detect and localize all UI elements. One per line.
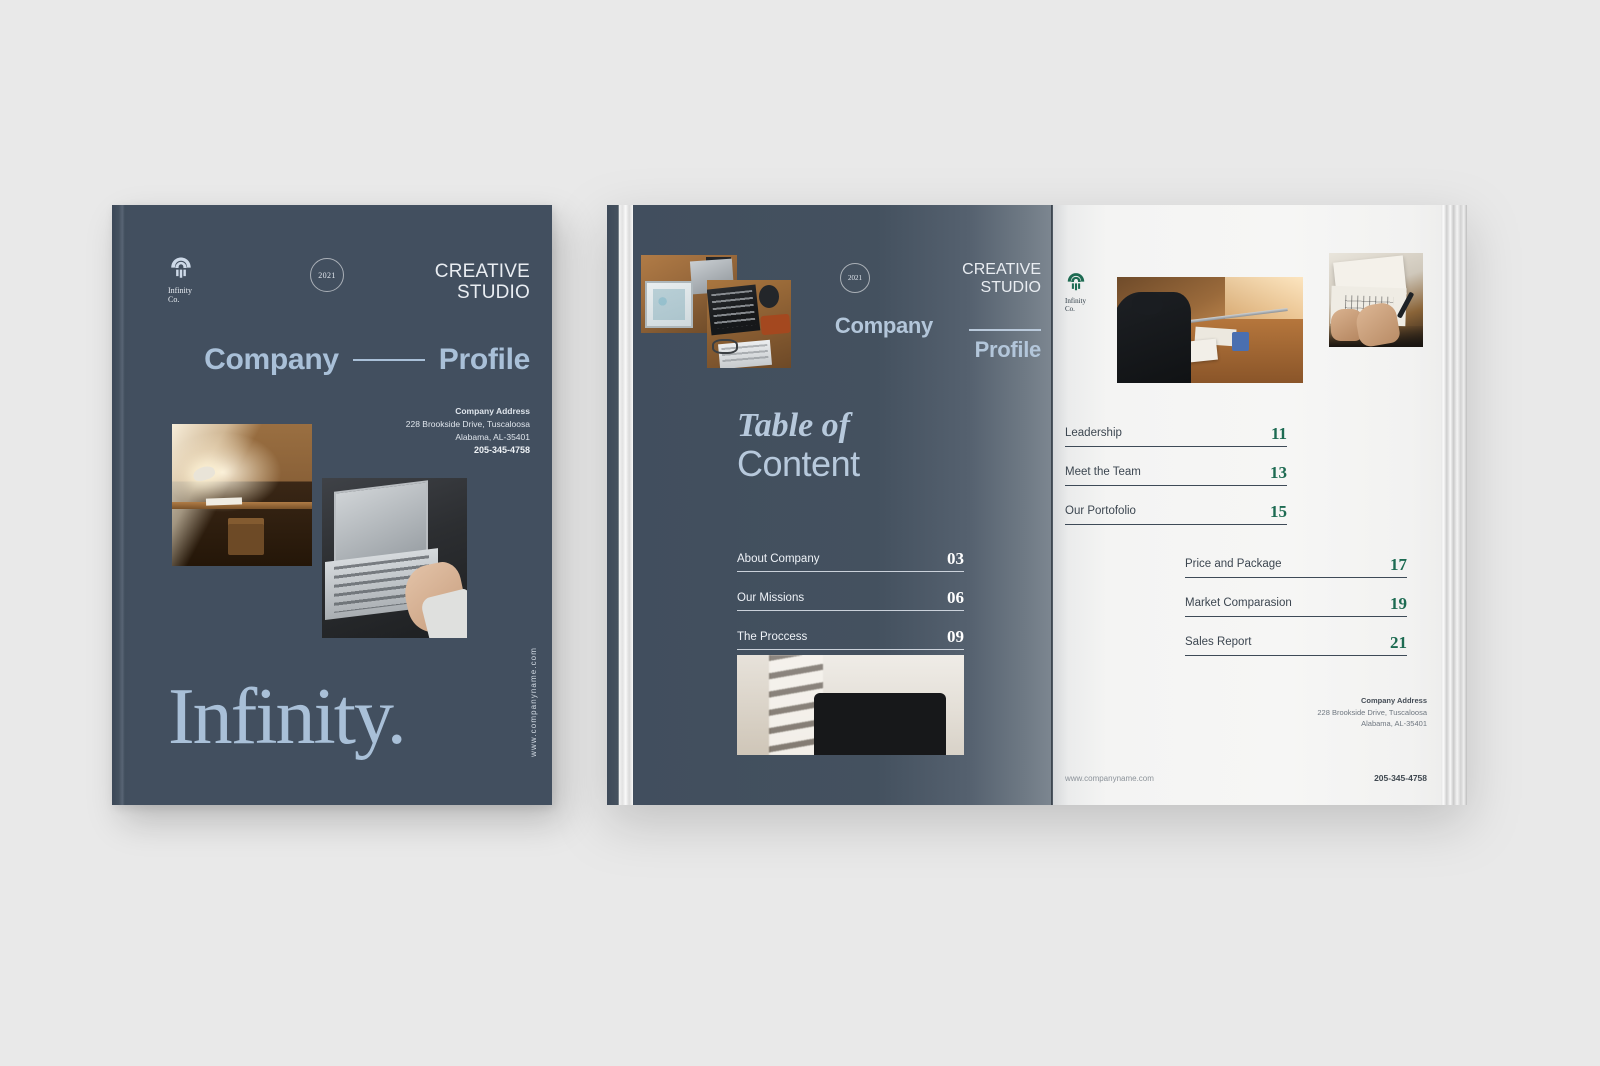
toc-item[interactable]: Market Comparasion 19 (1185, 578, 1407, 617)
toc-item-label: Price and Package (1185, 558, 1282, 570)
toc-item-label: Meet the Team (1065, 466, 1141, 478)
toc-item-page: 13 (1270, 463, 1287, 482)
toc-list-right-column-1: Leadership 11 Meet the Team 13 Our Porto… (1065, 408, 1287, 525)
left-page-title-word1: Company (834, 313, 933, 338)
spread-left-page: 2021 CREATIVE STUDIO Company Profile Tab… (633, 205, 1053, 805)
toc-heading-plain: Content (737, 443, 860, 484)
table-of-content-heading: Table of Content (737, 409, 860, 483)
toc-item[interactable]: Our Missions 06 (737, 572, 964, 611)
infinity-fan-logo-icon (1067, 273, 1085, 291)
toc-item-page: 09 (947, 627, 964, 646)
cover-book: Infinity Co. 2021 CREATIVE STUDIO Compan… (112, 205, 552, 805)
cover-spine (112, 205, 132, 805)
photo-hand-sketching-on-paper (1329, 253, 1423, 347)
creative-studio-tagline: CREATIVE STUDIO (435, 261, 530, 304)
toc-item-page: 19 (1390, 594, 1407, 613)
title-divider-rule (969, 329, 1041, 331)
toc-item[interactable]: Leadership 11 (1065, 408, 1287, 447)
toc-item-page: 17 (1390, 555, 1407, 574)
toc-item-label: Sales Report (1185, 636, 1252, 648)
toc-item[interactable]: Sales Report 21 (1185, 617, 1407, 656)
cover-address-line1: 228 Brookside Drive, Tuscaloosa (405, 418, 530, 429)
mockup-stage: Infinity Co. 2021 CREATIVE STUDIO Compan… (0, 0, 1600, 1066)
toc-heading-italic: Table of (737, 407, 851, 444)
toc-list-left: About Company 03 Our Missions 06 The Pro… (737, 533, 964, 650)
photo-laptop-and-hands (322, 478, 467, 638)
cover-title: Company Profile (132, 343, 530, 377)
address-line1: 228 Brookside Drive, Tuscaloosa (1317, 707, 1427, 717)
toc-item-label: Market Comparasion (1185, 597, 1292, 609)
cover-title-word1: Company (204, 343, 339, 376)
toc-item[interactable]: Price and Package 17 (1185, 539, 1407, 578)
tagline-line1: CREATIVE (962, 261, 1041, 278)
year-badge-label: 2021 (318, 270, 336, 280)
tagline-line2: STUDIO (457, 282, 530, 304)
toc-item-page: 06 (947, 588, 964, 607)
toc-item[interactable]: Meet the Team 13 (1065, 447, 1287, 486)
cover-address-line2: Alabama, AL-35401 (455, 431, 530, 442)
toc-item[interactable]: About Company 03 (737, 533, 964, 572)
toc-item-page: 11 (1270, 424, 1287, 443)
toc-item[interactable]: Our Portofolio 15 (1065, 486, 1287, 525)
photo-interior-with-curtain (737, 655, 964, 755)
toc-item-page: 21 (1390, 633, 1407, 652)
infinity-wordmark: Infinity. (168, 673, 407, 761)
toc-item-page: 03 (947, 549, 964, 568)
photo-wooden-desk-with-lamp (172, 424, 312, 566)
tagline-line1: CREATIVE (434, 261, 530, 282)
right-page-website: www.companyname.com (1065, 774, 1154, 783)
cover-address-block: Company Address 228 Brookside Drive, Tus… (406, 405, 530, 443)
toc-item-label: About Company (737, 553, 820, 565)
cover-address-title: Company Address (455, 406, 530, 416)
brand-logo: Infinity Co. (168, 255, 194, 305)
address-line2: Alabama, AL-35401 (1361, 719, 1427, 729)
cover-title-word2: Profile (438, 343, 531, 376)
toc-item-label: Our Portofolio (1065, 505, 1136, 517)
left-page-title-word2: Profile (974, 337, 1042, 362)
toc-item[interactable]: The Proccess 09 (737, 611, 964, 650)
toc-item-label: Leadership (1065, 427, 1122, 439)
spread-right-page: Infinity Co. Leadership 11 Meet the Team (1053, 205, 1441, 805)
brand-name-line2: Co. (168, 294, 180, 304)
tagline-line2: STUDIO (980, 279, 1041, 297)
photo-laptop-and-mug-flatlay (707, 280, 791, 368)
cover-front-face: Infinity Co. 2021 CREATIVE STUDIO Compan… (132, 205, 552, 805)
year-badge: 2021 (310, 258, 344, 292)
brand-name-line2: Co. (1065, 304, 1075, 313)
toc-item-label: The Proccess (737, 631, 808, 643)
cover-website-vertical: www.companyname.com (529, 647, 538, 757)
photo-man-at-drafting-desk (1117, 277, 1303, 383)
toc-item-label: Our Missions (737, 592, 805, 604)
open-book-spread: 2021 CREATIVE STUDIO Company Profile Tab… (607, 205, 1467, 805)
cover-phone: 205-345-4758 (473, 445, 530, 455)
title-divider-rule (352, 359, 425, 361)
right-page-phone: 205-345-4758 (1374, 773, 1427, 783)
right-page-address-block: Company Address 228 Brookside Drive, Tus… (1317, 695, 1427, 730)
infinity-fan-logo-icon (171, 257, 191, 278)
year-badge-label: 2021 (848, 274, 862, 282)
toc-list-right-column-2: Price and Package 17 Market Comparasion … (1185, 539, 1407, 656)
brand-logo: Infinity Co. (1065, 271, 1087, 314)
right-page-edges (1441, 205, 1467, 805)
year-badge: 2021 (840, 263, 870, 293)
toc-item-page: 15 (1270, 502, 1287, 521)
address-title: Company Address (1361, 696, 1427, 705)
creative-studio-tagline: CREATIVE STUDIO (962, 261, 1041, 297)
